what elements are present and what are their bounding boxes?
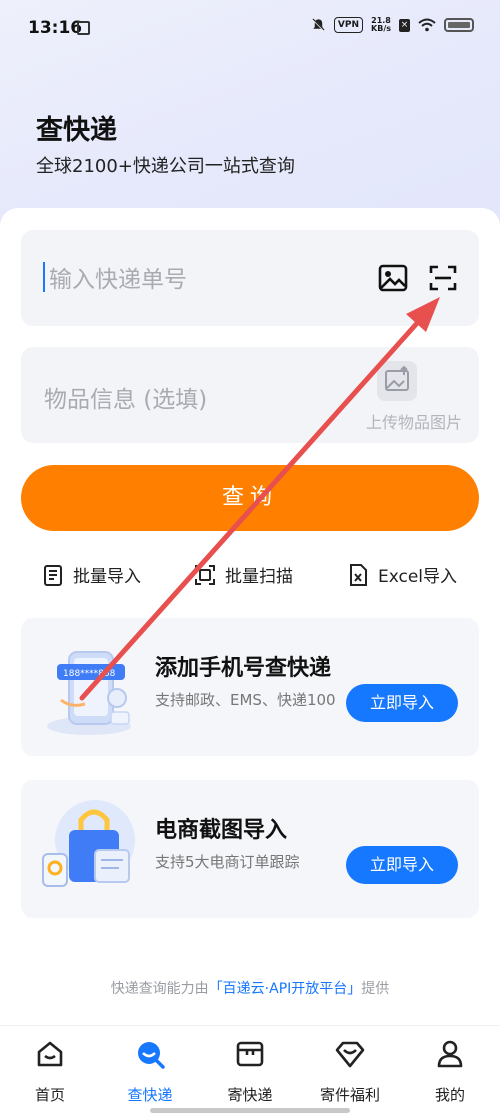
status-time: 13:16 <box>28 18 83 38</box>
tab-label: 寄快递 <box>227 1086 273 1104</box>
speed-unit: KB/s <box>371 24 391 33</box>
tab-label: 寄件福利 <box>319 1086 380 1104</box>
import-now-button[interactable]: 立即导入 <box>346 684 458 722</box>
home-icon <box>37 1041 63 1067</box>
excel-icon <box>350 563 367 586</box>
box-icon <box>236 1041 264 1067</box>
powered-by-prefix: 快递查询能力由 <box>110 981 209 997</box>
page-subtitle: 全球2100+快递公司一站式查询 <box>36 156 295 177</box>
list-doc-icon <box>44 564 62 586</box>
tab-label: 我的 <box>434 1086 465 1104</box>
quick-action-label: 批量导入 <box>73 567 141 587</box>
promo-title: 电商截图导入 <box>155 818 288 843</box>
batch-import-button[interactable]: 批量导入 <box>41 562 141 587</box>
image-recognize-icon[interactable] <box>377 262 409 294</box>
user-icon <box>437 1040 463 1068</box>
mute-bell-icon <box>312 18 325 32</box>
tab-home[interactable]: 首页 <box>0 1038 100 1105</box>
goods-placeholder: 物品信息 (选填) <box>44 387 208 413</box>
bottom-tab-bar: 首页 查快递 寄快递 寄件福利 我的 <box>0 1025 500 1116</box>
battery-icon <box>444 18 474 32</box>
promo-card-screenshot[interactable]: 电商截图导入 支持5大电商订单跟踪 立即导入 <box>21 780 479 918</box>
promo-description: 支持邮政、EMS、快递100 <box>155 691 336 709</box>
query-button[interactable]: 查询 <box>21 465 479 531</box>
status-bar: 13:16 VPN 21.8 KB/s × <box>0 0 500 58</box>
tab-send-express[interactable]: 寄快递 <box>200 1038 300 1105</box>
promo-description: 支持5大电商订单跟踪 <box>155 853 300 871</box>
tab-query-express[interactable]: 查快递 <box>100 1038 200 1105</box>
no-sim-icon: × <box>399 18 410 32</box>
quick-action-label: 批量扫描 <box>225 567 293 587</box>
text-caret <box>43 262 45 292</box>
svg-text:188****888: 188****888 <box>63 669 116 679</box>
wifi-icon <box>418 18 436 32</box>
promo-title: 添加手机号查快递 <box>155 656 332 681</box>
network-speed: 21.8 KB/s <box>371 17 391 33</box>
batch-scan-button[interactable]: 批量扫描 <box>193 562 293 587</box>
phone-card-illustration: 188****888 <box>47 651 131 735</box>
powered-by-suffix: 提供 <box>361 981 390 997</box>
upload-image-icon <box>377 361 417 401</box>
notification-icon <box>77 21 90 35</box>
scan-doc-icon <box>195 564 215 585</box>
tab-mine[interactable]: 我的 <box>400 1038 500 1105</box>
diamond-icon <box>335 1041 365 1068</box>
excel-import-button[interactable]: Excel导入 <box>346 562 457 587</box>
shopping-bag-illustration <box>42 800 135 887</box>
scan-icon[interactable] <box>427 262 459 294</box>
goods-info-input[interactable]: 物品信息 (选填) 上传物品图片 <box>21 347 479 443</box>
powered-by-note: 快递查询能力由「百递云·API开放平台」提供 <box>0 978 500 998</box>
tracking-placeholder: 输入快递单号 <box>49 267 187 293</box>
upload-image-label: 上传物品图片 <box>365 413 462 432</box>
import-now-button[interactable]: 立即导入 <box>346 846 458 884</box>
page-title: 查快递 <box>36 115 117 146</box>
tab-send-benefits[interactable]: 寄件福利 <box>300 1038 400 1105</box>
tracking-number-input[interactable]: 输入快递单号 <box>21 230 479 326</box>
home-indicator <box>150 1108 350 1113</box>
search-express-icon <box>138 1042 165 1069</box>
tab-label: 查快递 <box>127 1086 173 1104</box>
quick-actions: 批量导入 批量扫描 Excel导入 <box>0 562 500 596</box>
promo-card-phone[interactable]: 188****888 添加手机号查快递 支持邮政、EMS、快递100 立即导入 <box>21 618 479 756</box>
api-platform-link[interactable]: 「百递云·API开放平台」 <box>209 981 362 997</box>
vpn-badge: VPN <box>333 17 364 33</box>
status-icons: VPN 21.8 KB/s × <box>311 17 474 33</box>
tab-label: 首页 <box>34 1086 65 1104</box>
quick-action-label: Excel导入 <box>378 567 458 587</box>
